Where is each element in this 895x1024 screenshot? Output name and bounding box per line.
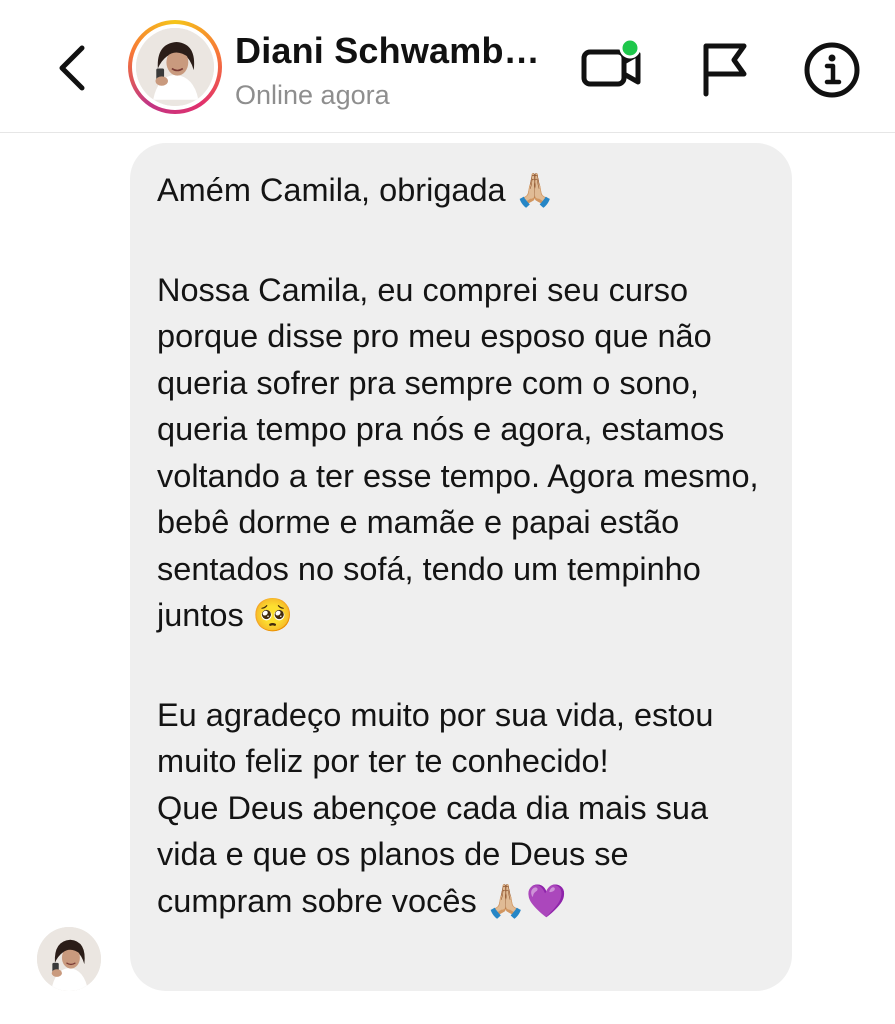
info-button[interactable] xyxy=(800,38,864,102)
report-button[interactable] xyxy=(698,38,750,98)
avatar-photo xyxy=(136,28,214,106)
message-paragraph: Nossa Camila, eu comprei seu curso porqu… xyxy=(157,271,768,634)
video-call-button[interactable] xyxy=(578,36,648,96)
online-status: Online agora xyxy=(235,80,390,110)
contact-name[interactable]: Diani Schwamb… xyxy=(235,30,540,72)
back-button[interactable] xyxy=(50,38,98,98)
message-paragraph: Eu agradeço muito por sua vida, estou mu… xyxy=(157,696,714,919)
flag-icon xyxy=(703,43,747,97)
info-icon xyxy=(804,42,860,98)
video-call-icon xyxy=(581,37,641,87)
chevron-left-icon xyxy=(59,45,85,91)
contact-avatar[interactable] xyxy=(128,20,222,114)
chat-header: Diani Schwamb… Online agora xyxy=(0,0,895,133)
sender-avatar[interactable] xyxy=(37,927,101,991)
message-paragraph: Amém Camila, obrigada 🙏🏼 xyxy=(157,172,556,208)
message-bubble[interactable]: Amém Camila, obrigada 🙏🏼 Nossa Camila, e… xyxy=(130,143,792,991)
